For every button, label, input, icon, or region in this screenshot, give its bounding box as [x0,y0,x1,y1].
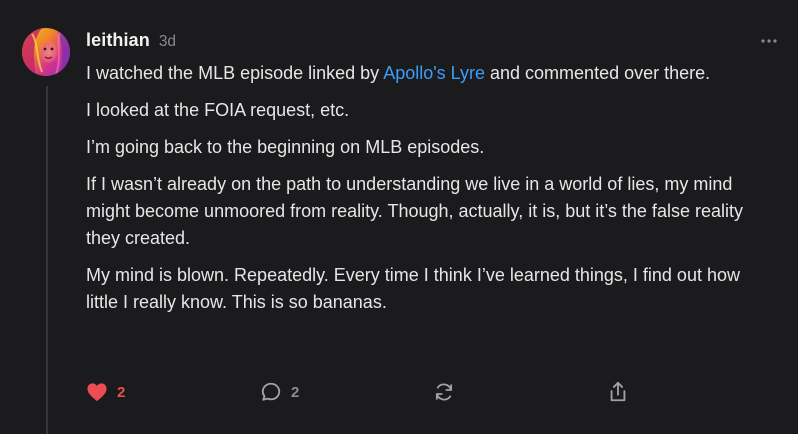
reply-count: 2 [291,383,300,401]
like-button[interactable]: 2 [86,378,125,406]
comment-bubble-icon [261,382,281,401]
comment-paragraph: I watched the MLB episode linked by Apol… [86,60,776,87]
comment-paragraph: I’m going back to the beginning on MLB e… [86,137,485,157]
like-count: 2 [117,383,126,401]
more-options-icon[interactable] [760,34,778,46]
restack-button[interactable] [433,378,455,406]
avatar-image [22,28,70,76]
restack-icon [435,383,453,401]
comment-header: leithian 3d [86,30,176,54]
paragraph-text: I watched the MLB episode linked by [86,63,384,83]
comment-actions: 2 2 [0,378,798,406]
reply-button[interactable]: 2 [260,378,299,406]
comment-body: I watched the MLB episode linked by Apol… [86,60,776,326]
author-name[interactable]: leithian [86,30,150,51]
share-button[interactable] [607,378,629,406]
mention-link[interactable]: Apollo's Lyre [383,63,485,83]
timestamp[interactable]: 3d [159,33,176,51]
avatar[interactable] [22,28,70,76]
paragraph-text: and commented over there. [485,63,711,83]
comment-paragraph: If I wasn’t already on the path to under… [86,174,743,248]
comment-paragraph: My mind is blown. Repeatedly. Every time… [86,265,740,312]
heart-icon [87,383,107,402]
comment-paragraph: I looked at the FOIA request, etc. [86,100,350,120]
share-icon [610,381,626,402]
